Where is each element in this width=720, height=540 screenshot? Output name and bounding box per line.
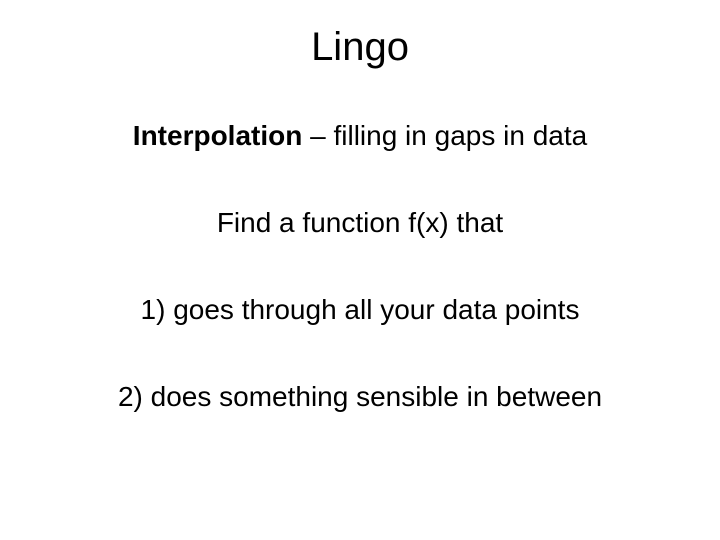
criterion-2: 2) does something sensible in between <box>30 381 690 413</box>
slide-title: Lingo <box>30 25 690 70</box>
criterion-1: 1) goes through all your data points <box>30 294 690 326</box>
definition-term: Interpolation <box>133 120 303 151</box>
instruction-line: Find a function f(x) that <box>30 207 690 239</box>
slide-container: Lingo Interpolation – filling in gaps in… <box>0 0 720 540</box>
definition-rest: – filling in gaps in data <box>302 120 587 151</box>
definition-line: Interpolation – filling in gaps in data <box>30 120 690 152</box>
